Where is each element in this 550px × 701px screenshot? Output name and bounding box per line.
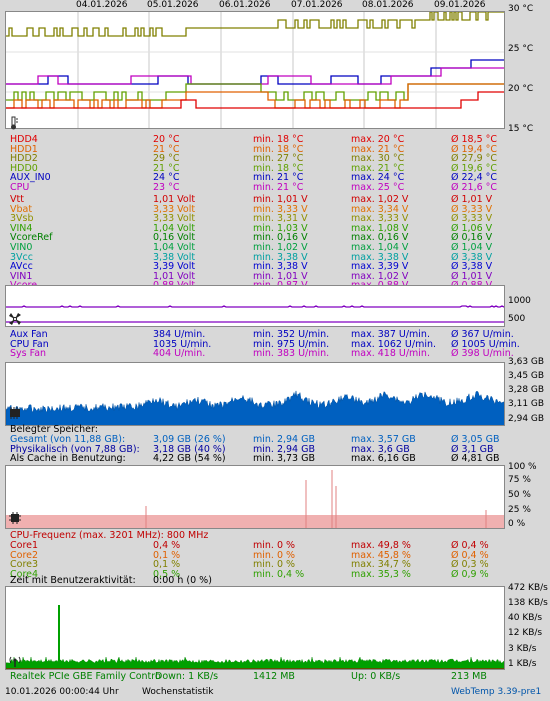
x-tick-label: 08.01.2026 — [362, 0, 414, 10]
temperature-series-line — [6, 67, 504, 85]
y-tick-label: 75 % — [508, 475, 531, 485]
fan-icon — [8, 312, 22, 329]
memory-icon — [8, 406, 22, 423]
y-tick-label: 1 KB/s — [508, 659, 537, 669]
y-tick-label: 40 KB/s — [508, 613, 543, 623]
fan-section: 1000 500 Aux Fan 384 U/min. min. 352 U/min.… — [0, 285, 550, 360]
cpu-plot — [5, 465, 505, 529]
memory-section: 3,63 GB 3,45 GB 3,28 GB 3,11 GB 2,94 GB Bele… — [0, 357, 550, 468]
y-tick-label: 50 % — [508, 490, 531, 500]
x-tick-label: 04.01.2026 — [76, 0, 128, 10]
memory-max: max. 6,16 GB — [351, 453, 416, 465]
cpu-graph — [6, 470, 504, 528]
y-tick-label: 3,11 GB — [508, 399, 545, 409]
network-icon — [8, 654, 22, 671]
temperature-graph — [6, 12, 504, 128]
cpu-core-max: max. 35,3 % — [351, 568, 411, 580]
fan-max: max. 418 U/min. — [351, 348, 430, 360]
user-activity-label: Zeit mit Benutzeraktivität: — [10, 575, 136, 586]
temperature-series-line — [6, 83, 504, 109]
y-tick-label: 100 % — [508, 462, 537, 472]
y-tick-label: 25 °C — [508, 44, 534, 54]
cpu-section: 100 % 75 % 50 % 25 % 0 % CPU-Frequenz (max. … — [0, 462, 550, 588]
y-tick-label: 138 KB/s — [508, 598, 548, 608]
y-tick-label: 3 KB/s — [508, 644, 537, 654]
y-tick-label: 20 °C — [508, 84, 534, 94]
footer-app-link[interactable]: WebTemp 3.39-pre1 — [451, 687, 541, 698]
y-tick-label: 15 °C — [508, 124, 534, 134]
network-up-total: 213 MB — [451, 671, 487, 682]
memory-area — [6, 390, 504, 425]
y-tick-label: 0 % — [508, 519, 526, 529]
fan-plot — [5, 285, 505, 327]
y-tick-label: 2,94 GB — [508, 414, 545, 424]
memory-name: Als Cache in Benutzung: — [10, 453, 126, 465]
network-section: 472 KB/s 138 KB/s 40 KB/s 12 KB/s 3 KB/s 1 KB… — [0, 583, 550, 682]
y-tick-label: 1000 — [508, 296, 531, 306]
y-tick-label: 25 % — [508, 505, 531, 515]
memory-graph — [6, 390, 504, 425]
footer-mode: Wochenstatistik — [142, 687, 214, 697]
user-activity-value: 0:00 h (0 %) — [153, 575, 212, 586]
cpu-icon — [8, 511, 22, 528]
y-tick-label: 500 — [508, 314, 526, 324]
temperature-plot — [5, 11, 505, 129]
network-down-total: 1412 MB — [253, 671, 295, 682]
y-tick-label: 30 °C — [508, 4, 534, 14]
thermometer-icon — [8, 116, 20, 133]
y-tick-label: 3,45 GB — [508, 371, 545, 381]
temperature-cur: 23 °C — [153, 182, 180, 193]
fan-min: min. 383 U/min. — [253, 348, 330, 360]
memory-avg: Ø 4,81 GB — [451, 453, 500, 465]
network-graph — [6, 605, 504, 669]
temperature-section: 04.01.2026 05.01.2026 06.01.2026 07.01.2026… — [0, 0, 550, 290]
temperature-name: CPU — [10, 182, 30, 193]
x-tick-label: 05.01.2026 — [147, 0, 199, 10]
cpu-core-min: min. 0,4 % — [253, 568, 305, 580]
y-tick-label: 3,63 GB — [508, 357, 545, 367]
x-tick-label: 07.01.2026 — [291, 0, 343, 10]
y-tick-label: 12 KB/s — [508, 628, 543, 638]
network-down-rate: Down: 1 KB/s — [155, 671, 219, 682]
cpu-core-avg: Ø 0,9 % — [451, 568, 489, 580]
temperature-series-line — [6, 59, 504, 85]
network-adapter-name: Realtek PCIe GBE Family Contro — [10, 671, 161, 682]
temperature-series-line — [6, 12, 504, 37]
x-tick-label: 06.01.2026 — [219, 0, 271, 10]
memory-plot — [5, 362, 505, 426]
fan-name: Sys Fan — [10, 348, 47, 360]
memory-min: min. 3,73 GB — [253, 453, 316, 465]
cpu-load-band — [6, 515, 504, 528]
temperature-max: max. 25 °C — [351, 182, 405, 193]
fan-graph — [6, 305, 504, 323]
temperature-avg: Ø 21,6 °C — [451, 182, 498, 193]
temperature-min: min. 21 °C — [253, 182, 304, 193]
fan-series-line — [6, 305, 504, 308]
fan-cur: 404 U/min. — [153, 348, 206, 360]
network-up-rate: Up: 0 KB/s — [351, 671, 401, 682]
y-tick-label: 472 KB/s — [508, 583, 548, 593]
x-tick-label: 09.01.2026 — [434, 0, 486, 10]
fan-avg: Ø 398 U/min. — [451, 348, 514, 360]
footer-timestamp: 10.01.2026 00:00:44 Uhr — [5, 687, 119, 697]
y-tick-label: 3,28 GB — [508, 385, 545, 395]
network-plot — [5, 586, 505, 670]
memory-cur: 4,22 GB (54 %) — [153, 453, 226, 465]
network-down-area — [6, 656, 504, 669]
